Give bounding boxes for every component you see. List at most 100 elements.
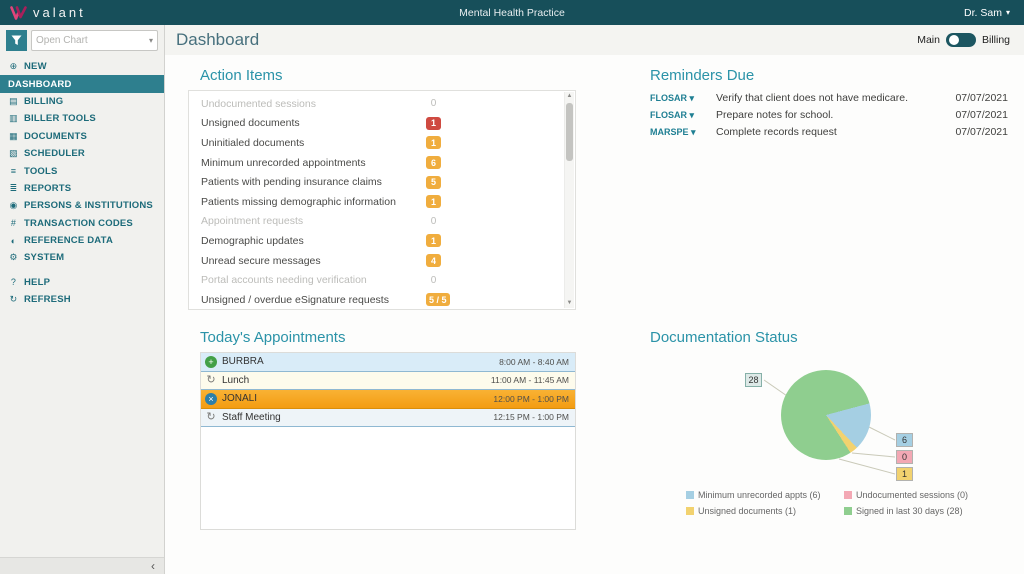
reminders-panel: Reminders Due FLOSAR ▾ Verify that clien…: [638, 60, 1010, 322]
patient-code-link[interactable]: MARSPE ▾: [650, 126, 716, 138]
open-chart-input[interactable]: [36, 35, 149, 46]
action-item-row[interactable]: Uninitialed documents 1: [189, 133, 575, 153]
patient-code-link[interactable]: FLOSAR ▾: [650, 92, 716, 104]
legend-label: Minimum unrecorded appts (6): [698, 490, 821, 500]
scroll-down-icon[interactable]: ▼: [567, 299, 573, 308]
sidebar-item[interactable]: ◐ REFERENCE DATA: [0, 232, 164, 249]
action-item-count-badge: 0: [426, 274, 441, 287]
toggle-label-billing: Billing: [982, 34, 1010, 46]
valant-brand: valant: [0, 5, 86, 20]
appointment-status-icon: ×: [205, 393, 217, 405]
action-item-row[interactable]: Patients with pending insurance claims 5: [189, 172, 575, 192]
sidebar-item[interactable]: ? HELP: [0, 274, 164, 291]
action-items-card: Undocumented sessions 0 Unsigned documen…: [188, 90, 576, 310]
sidebar-item[interactable]: ▤ BILLING: [0, 93, 164, 110]
action-item-count-badge: 1: [426, 195, 441, 208]
sidebar-item-label: PERSONS & INSTITUTIONS: [24, 200, 153, 211]
action-item-row[interactable]: Unread secure messages 4: [189, 251, 575, 271]
legend-item: Undocumented sessions (0): [844, 490, 968, 500]
reminders-title: Reminders Due: [650, 67, 1010, 84]
sidebar-collapse-bar[interactable]: ‹: [0, 557, 164, 574]
action-items-title: Action Items: [200, 67, 576, 84]
filter-button[interactable]: [6, 30, 27, 51]
action-item-row[interactable]: Unsigned / overdue eSignature requests 5…: [189, 290, 575, 310]
action-item-row[interactable]: Unsigned documents 1: [189, 114, 575, 134]
sidebar-item-label: BILLING: [24, 96, 63, 107]
sidebar-item-label: BILLER TOOLS: [24, 113, 96, 124]
action-item-row[interactable]: Appointment requests 0: [189, 212, 575, 232]
sidebar-item[interactable]: ▥ BILLER TOOLS: [0, 110, 164, 127]
sidebar-item[interactable]: # TRANSACTION CODES: [0, 215, 164, 232]
callout-minimum-unrecorded: 6: [896, 433, 913, 447]
appointment-row[interactable]: + BURBRA 8:00 AM - 8:40 AM: [201, 353, 575, 372]
scrollbar[interactable]: ▲ ▼: [564, 92, 574, 308]
sidebar-item-label: TOOLS: [24, 166, 58, 177]
sidebar-nav: ⊕ NEW DASHBOARD ▤ BILLING ▥: [0, 58, 164, 267]
action-item-row[interactable]: Patients missing demographic information…: [189, 192, 575, 212]
patient-code: MARSPE: [650, 127, 689, 137]
sidebar-item[interactable]: ▦ DOCUMENTS: [0, 128, 164, 145]
sidebar-item[interactable]: ↻ REFRESH: [0, 291, 164, 308]
appointment-row[interactable]: × JONALI 12:00 PM - 1:00 PM: [201, 390, 575, 409]
sidebar-item[interactable]: ≡ TOOLS: [0, 162, 164, 179]
combobox-caret-icon[interactable]: ▾: [149, 36, 153, 45]
action-item-count-badge: 1: [426, 234, 441, 247]
appointment-row[interactable]: ↻ Lunch 11:00 AM - 11:45 AM: [201, 372, 575, 391]
brand-name: valant: [33, 5, 86, 20]
appointment-time: 12:15 PM - 1:00 PM: [493, 412, 575, 422]
documentation-pie[interactable]: [781, 370, 871, 460]
patient-code-link[interactable]: FLOSAR ▾: [650, 109, 716, 121]
sidebar-item-icon: ▦: [8, 131, 19, 142]
sidebar-item[interactable]: ⚙ SYSTEM: [0, 249, 164, 266]
legend-label: Signed in last 30 days (28): [856, 506, 963, 516]
valant-logo-icon: [10, 6, 27, 20]
user-menu[interactable]: Dr. Sam ▾: [964, 7, 1024, 19]
action-item-label: Unread secure messages: [201, 255, 426, 267]
patient-code: FLOSAR: [650, 110, 687, 120]
sidebar-item[interactable]: ◉ PERSONS & INSTITUTIONS: [0, 197, 164, 214]
sidebar-item[interactable]: DASHBOARD: [0, 75, 164, 92]
action-item-label: Unsigned / overdue eSignature requests: [201, 294, 426, 306]
action-item-count-badge: 4: [426, 254, 441, 267]
legend-swatch: [844, 491, 852, 499]
sidebar-item-icon: ▧: [8, 148, 19, 159]
action-item-label: Unsigned documents: [201, 117, 426, 129]
scrollbar-thumb[interactable]: [566, 103, 573, 161]
action-item-row[interactable]: Portal accounts needing verification 0: [189, 270, 575, 290]
action-items-panel: Action Items Undocumented sessions 0: [188, 60, 576, 322]
action-item-count-badge: 1: [426, 136, 441, 149]
reminder-row: MARSPE ▾ Complete records request 07/07/…: [650, 126, 1010, 138]
main-header: Dashboard Main Billing: [165, 25, 1024, 55]
action-item-label: Demographic updates: [201, 235, 426, 247]
appointment-row[interactable]: ↻ Staff Meeting 12:15 PM - 1:00 PM: [201, 409, 575, 428]
appointments-card: + BURBRA 8:00 AM - 8:40 AM ↻ Lunch 11:00…: [200, 352, 576, 530]
action-item-row[interactable]: Undocumented sessions 0: [189, 94, 575, 114]
appointment-time: 11:00 AM - 11:45 AM: [491, 375, 575, 385]
sidebar-item-label: HELP: [24, 277, 50, 288]
sidebar-item-label: SYSTEM: [24, 252, 64, 263]
reminders-table: FLOSAR ▾ Verify that client does not hav…: [638, 90, 1010, 138]
callout-unsigned-documents: 1: [896, 467, 913, 481]
sidebar-item-icon: ⊕: [8, 61, 19, 72]
sidebar-item[interactable]: ≣ REPORTS: [0, 180, 164, 197]
sidebar-item[interactable]: ▧ SCHEDULER: [0, 145, 164, 162]
action-item-row[interactable]: Minimum unrecorded appointments 6: [189, 153, 575, 173]
open-chart-combobox[interactable]: ▾: [31, 30, 158, 51]
sidebar-item[interactable]: ⊕ NEW: [0, 58, 164, 75]
chevron-down-icon: ▾: [1006, 8, 1010, 17]
appointment-status-icon: ↻: [205, 374, 217, 386]
appointment-name: BURBRA: [222, 356, 264, 367]
legend-item: Signed in last 30 days (28): [844, 506, 968, 516]
reminder-text: Prepare notes for school.: [716, 109, 948, 121]
chevron-down-icon: ▾: [690, 110, 695, 120]
action-item-label: Patients with pending insurance claims: [201, 176, 426, 188]
action-item-row[interactable]: Demographic updates 1: [189, 231, 575, 251]
action-item-count-badge: 0: [426, 215, 441, 228]
sidebar-item-icon: #: [8, 218, 19, 228]
page-title: Dashboard: [176, 30, 259, 50]
main-billing-toggle[interactable]: [946, 33, 976, 47]
appointments-panel: Today's Appointments + BURBRA 8:00 AM - …: [188, 322, 576, 562]
scroll-up-icon[interactable]: ▲: [567, 92, 573, 101]
user-name: Dr. Sam: [964, 7, 1002, 19]
reminder-row: FLOSAR ▾ Verify that client does not hav…: [650, 92, 1010, 104]
